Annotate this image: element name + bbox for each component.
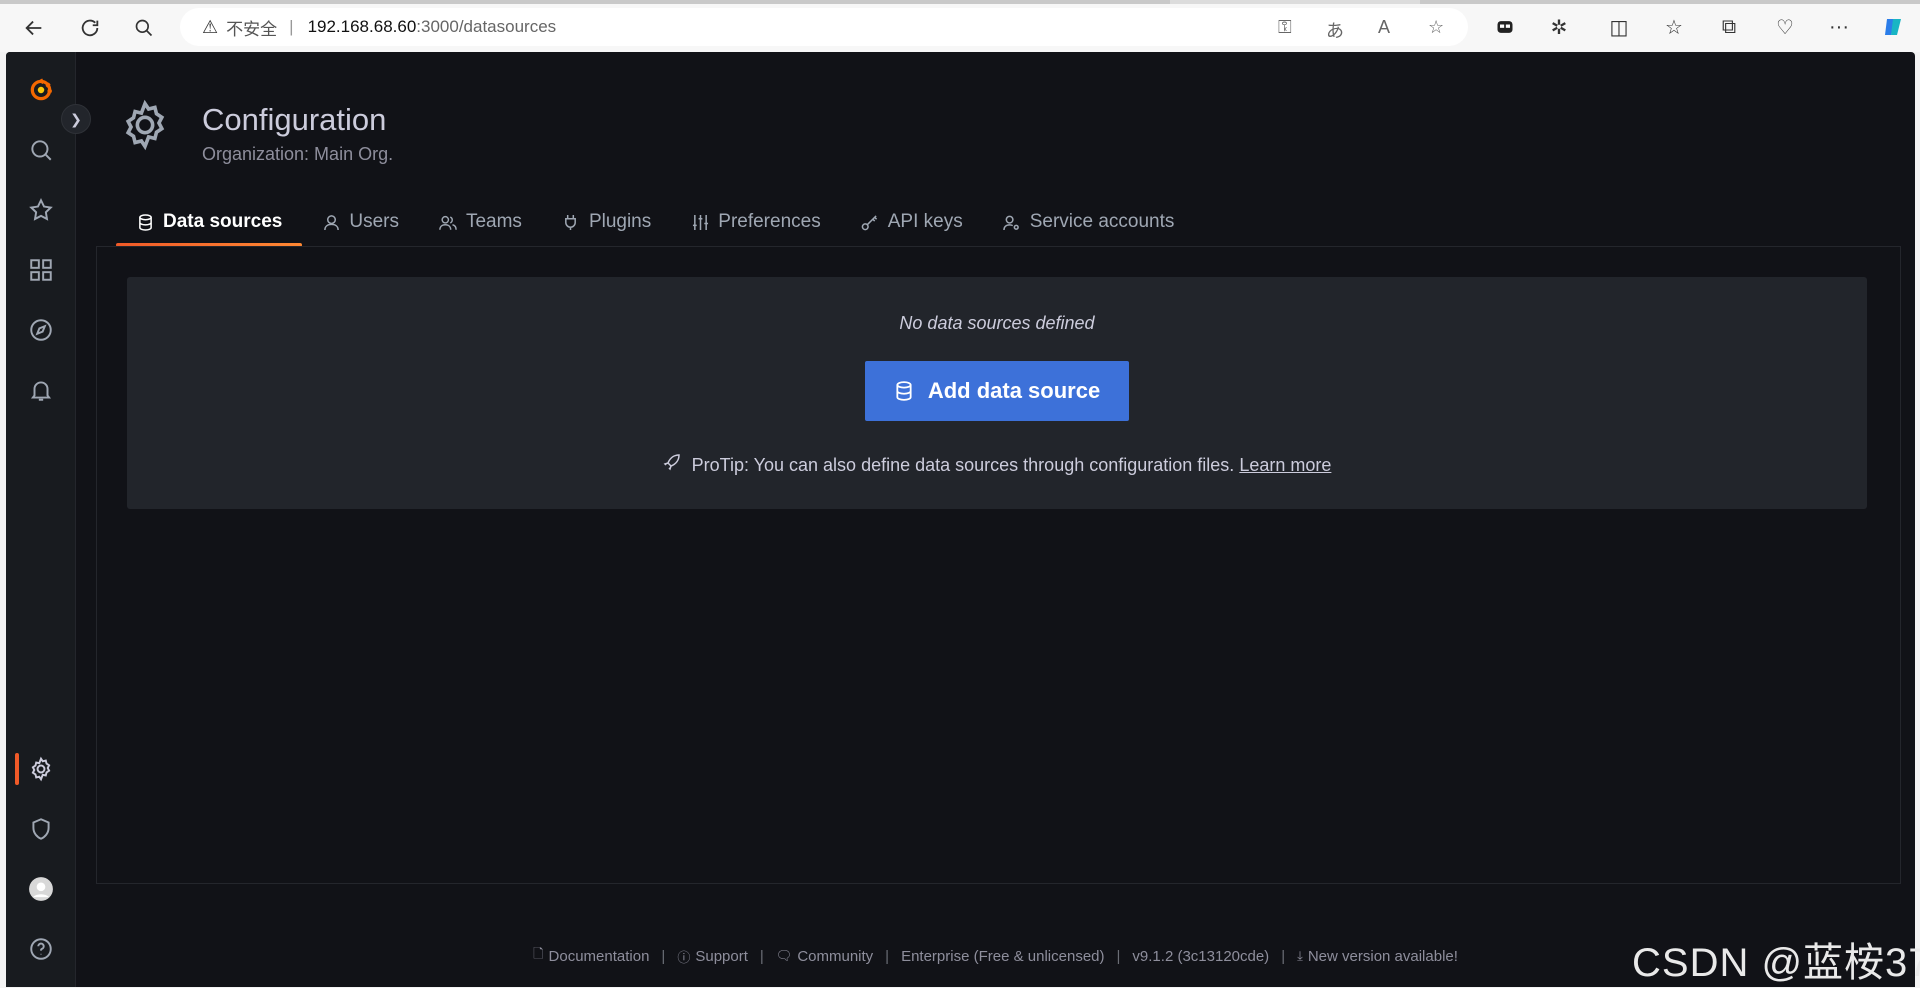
tab-teams[interactable]: Teams [419,202,542,242]
add-data-source-button[interactable]: Add data source [865,361,1129,421]
starred-icon[interactable] [21,190,61,230]
back-button[interactable] [16,10,52,46]
warning-icon: ⚠ [202,16,219,37]
url-host: 192.168.68.60 [307,17,417,36]
key-icon [861,214,879,231]
database-icon [896,381,912,401]
database-icon [136,213,154,231]
configuration-gear-icon[interactable] [21,749,61,789]
split-screen-icon[interactable]: ◫ [1602,12,1636,42]
footer-new-version-link[interactable]: ⤓ New version available! [1297,948,1458,965]
grafana-logo-icon[interactable] [21,70,61,110]
watermark: CSDN @蓝桉371 [1632,941,1920,985]
key-icon[interactable]: ⚿ [1278,17,1292,38]
footer-support-link[interactable]: ⓘ Support [677,947,748,966]
gear-user-icon [1003,214,1021,231]
active-indicator [15,753,19,785]
explore-icon[interactable] [21,310,61,350]
more-menu-icon[interactable]: ··· [1822,12,1856,42]
tab-preferences[interactable]: Preferences [671,202,840,242]
tab-api-keys[interactable]: API keys [841,202,983,242]
footer-edition-link[interactable]: Enterprise (Free & unlicensed) [901,948,1104,965]
empty-state-card: No data sources defined Add data source … [127,277,1867,509]
tab-service-accounts[interactable]: Service accounts [983,202,1195,242]
page-subtitle: Organization: Main Org. [202,144,394,164]
extensions-icon[interactable]: ✲ [1542,12,1576,42]
comments-icon: 🗨 [775,948,793,963]
page-title: Configuration [202,102,387,137]
tab-strip [0,0,1920,4]
collections-icon[interactable]: ⧉ [1712,12,1746,42]
search-icon[interactable] [126,10,162,46]
document-icon: 🗋 [533,946,544,961]
grafana-app: ❯ Configuration Organization: Main Org. … [6,52,1915,987]
protip: ProTip: You can also define data sources… [127,453,1867,476]
protip-text: ProTip: You can also define data sources… [691,455,1235,475]
shield-icon[interactable] [21,809,61,849]
favorite-star-icon[interactable]: ☆ [1428,17,1444,38]
sliders-icon [691,214,709,231]
learn-more-link[interactable]: Learn more [1239,455,1331,475]
footer: 🗋 Documentation | ⓘ Support | 🗨 Community |… [6,945,1915,967]
question-circle-icon: ⓘ [677,949,691,965]
tab-data-sources[interactable]: Data sources [116,202,303,247]
plug-icon [562,214,580,231]
translate-icon[interactable]: あ [1326,17,1344,43]
copilot-icon[interactable] [1876,12,1910,42]
expand-menu-button[interactable]: ❯ [61,104,91,134]
reload-button[interactable] [72,10,108,46]
tab-users[interactable]: Users [302,202,419,242]
download-icon: ⤓ [1297,948,1303,963]
search-icon[interactable] [21,130,61,170]
config-tabs: Data sources Users Teams Plugins Prefere… [116,202,1195,247]
tab-plugins[interactable]: Plugins [542,202,671,242]
configuration-gear-icon [125,99,165,151]
dashboards-icon[interactable] [21,250,61,290]
empty-state-message: No data sources defined [899,313,1095,333]
url-path: :3000/datasources [416,17,557,36]
user-icon [322,214,340,231]
page-content: No data sources defined Add data source … [96,246,1901,884]
read-aloud-icon[interactable]: A [1378,17,1390,38]
user-avatar[interactable] [21,869,61,909]
favorites-icon[interactable]: ☆ [1657,12,1691,42]
footer-documentation-link[interactable]: 🗋 Documentation [533,945,649,967]
extension-app-icon[interactable] [1488,12,1522,42]
browser-toolbar: ⚠ 不安全 | 192.168.68.60 :3000/datasources … [0,0,1920,52]
footer-community-link[interactable]: 🗨 Community [776,948,873,965]
browser-essentials-icon[interactable]: ♡ [1768,12,1802,42]
address-bar[interactable]: ⚠ 不安全 | 192.168.68.60 :3000/datasources [180,8,1468,46]
security-label: 不安全 [226,19,278,39]
rocket-icon [663,453,681,476]
users-icon [439,214,457,231]
side-menu [6,52,76,987]
alerting-bell-icon[interactable] [21,370,61,410]
footer-version: v9.1.2 (3c13120cde) [1132,947,1270,965]
